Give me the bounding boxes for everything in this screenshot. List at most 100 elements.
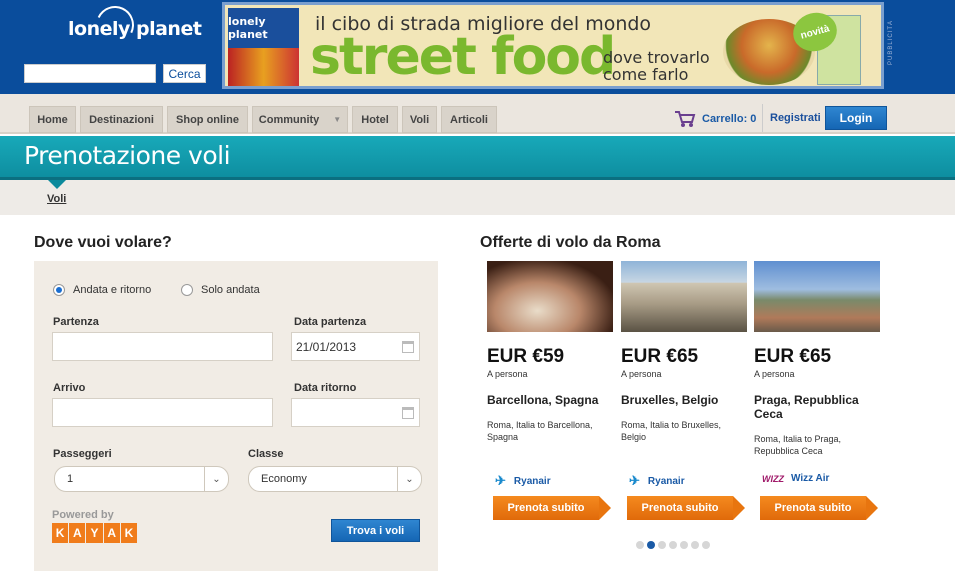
wizzair-icon: WIZZ xyxy=(762,473,784,484)
airline-name: Wizz Air xyxy=(791,473,830,484)
kayak-letter: A xyxy=(103,523,120,543)
radio-unselected-icon xyxy=(181,284,193,296)
kayak-letter: K xyxy=(52,523,69,543)
subnav-voli-link[interactable]: Voli xyxy=(47,193,66,205)
passeggeri-value: 1 xyxy=(67,473,74,485)
calendar-icon[interactable] xyxy=(402,341,414,353)
carousel-dot[interactable] xyxy=(647,541,655,549)
form-heading: Dove vuoi volare? xyxy=(34,234,172,251)
arrivo-label: Arrivo xyxy=(53,382,86,394)
subnav-pointer xyxy=(48,180,66,189)
nav-community[interactable]: Community ▼ xyxy=(252,106,348,133)
offer-image-barcellona[interactable] xyxy=(487,261,613,332)
login-button[interactable]: Login xyxy=(825,106,887,130)
nav-articoli[interactable]: Articoli xyxy=(441,106,497,133)
kayak-letter: K xyxy=(120,523,138,543)
ryanair-icon: ✈ xyxy=(629,473,640,488)
chevron-down-icon: ▼ xyxy=(333,115,342,124)
nav-shop-online[interactable]: Shop online xyxy=(167,106,248,133)
nav-divider xyxy=(762,104,763,132)
offer-image-praga[interactable] xyxy=(754,261,880,332)
nav-destinazioni[interactable]: Destinazioni xyxy=(80,106,163,133)
data-partenza-label: Data partenza xyxy=(294,316,367,328)
book-now-button[interactable]: Prenota subito xyxy=(493,496,611,520)
ad-banner[interactable]: lonely planet il cibo di strada migliore… xyxy=(222,2,884,89)
data-partenza-input[interactable]: 21/01/2013 xyxy=(291,332,420,361)
radio-andata-ritorno[interactable]: Andata e ritorno xyxy=(53,284,151,296)
offer-price: EUR €65 xyxy=(621,346,699,367)
classe-select[interactable]: Economy ⌄ xyxy=(248,466,422,492)
nav-voli[interactable]: Voli xyxy=(402,106,437,133)
cart-link[interactable]: Carrello: 0 xyxy=(674,110,756,128)
chevron-down-icon: ⌄ xyxy=(397,467,421,491)
kayak-letter: A xyxy=(69,523,86,543)
offer-card: EUR €65 A persona Bruxelles, Belgio Roma… xyxy=(621,261,747,520)
radio-solo-andata[interactable]: Solo andata xyxy=(181,284,260,296)
powered-by-label: Powered by xyxy=(52,509,114,521)
nav-hotel[interactable]: Hotel xyxy=(352,106,398,133)
offer-card: EUR €65 A persona Praga, Repubblica Ceca… xyxy=(754,261,880,520)
sub-nav: Voli xyxy=(0,180,955,215)
site-logo[interactable]: lonely planet xyxy=(68,18,202,40)
site-header: lonely planet Cerca lonely planet il cib… xyxy=(0,0,955,94)
offer-per-person: A persona xyxy=(487,369,528,379)
cart-label: Carrello: 0 xyxy=(702,113,757,125)
offer-route: Roma, Italia to Bruxelles, Belgio xyxy=(621,420,722,442)
offer-image-bruxelles[interactable] xyxy=(621,261,747,332)
offer-route: Roma, Italia to Barcellona, Spagna xyxy=(487,420,593,442)
ryanair-icon: ✈ xyxy=(495,473,506,488)
offer-city[interactable]: Praga, Repubblica Ceca xyxy=(754,393,880,421)
offer-card: EUR €59 A persona Barcellona, Spagna Rom… xyxy=(487,261,613,520)
offers-heading: Offerte di volo da Roma xyxy=(480,234,661,251)
radio-solo-andata-label: Solo andata xyxy=(201,284,260,296)
carousel-dot[interactable] xyxy=(636,541,644,549)
nav-community-label: Community xyxy=(258,113,320,126)
offer-per-person: A persona xyxy=(754,369,795,379)
offer-per-person: A persona xyxy=(621,369,662,379)
data-ritorno-input[interactable] xyxy=(291,398,420,427)
carousel-dot[interactable] xyxy=(669,541,677,549)
carousel-dot[interactable] xyxy=(658,541,666,549)
banner-sub-line2: come farlo xyxy=(603,65,689,84)
radio-selected-icon xyxy=(53,284,65,296)
carousel-pager xyxy=(636,541,713,549)
passeggeri-select[interactable]: 1 ⌄ xyxy=(54,466,229,492)
ad-label: PUBBLICITÀ xyxy=(888,20,894,66)
carousel-dot[interactable] xyxy=(702,541,710,549)
carousel-dot[interactable] xyxy=(691,541,699,549)
offer-airline: WIZZ Wizz Air xyxy=(762,473,829,484)
search-flights-button[interactable]: Trova i voli xyxy=(331,519,420,542)
banner-headline: street food xyxy=(310,27,616,87)
kayak-letter: Y xyxy=(86,523,103,543)
cart-icon xyxy=(675,111,696,127)
banner-sub-line1: dove trovarlo xyxy=(603,48,710,67)
banner-subtext: dove trovarlo come farlo xyxy=(603,49,710,83)
book-now-button[interactable]: Prenota subito xyxy=(760,496,878,520)
offer-city[interactable]: Bruxelles, Belgio xyxy=(621,393,747,407)
airline-name: Ryanair xyxy=(647,475,685,487)
offer-route: Roma, Italia to Praga, Repubblica Ceca xyxy=(754,434,842,456)
kayak-logo: K A Y A K xyxy=(52,523,138,543)
search-input[interactable] xyxy=(24,64,156,83)
classe-label: Classe xyxy=(248,448,284,460)
calendar-icon[interactable] xyxy=(402,407,414,419)
search-button[interactable]: Cerca xyxy=(163,64,206,83)
carousel-dot[interactable] xyxy=(680,541,688,549)
offer-airline: ✈ Ryanair xyxy=(629,473,685,489)
register-link[interactable]: Registrati xyxy=(770,112,821,124)
offer-price: EUR €59 xyxy=(487,346,565,367)
classe-value: Economy xyxy=(261,473,307,485)
offer-price: EUR €65 xyxy=(754,346,832,367)
data-partenza-value: 21/01/2013 xyxy=(296,339,357,354)
arrivo-input[interactable] xyxy=(52,398,273,427)
radio-andata-ritorno-label: Andata e ritorno xyxy=(73,284,152,296)
book-now-button[interactable]: Prenota subito xyxy=(627,496,745,520)
offer-city[interactable]: Barcellona, Spagna xyxy=(487,393,613,407)
offer-airline: ✈ Ryanair xyxy=(495,473,551,489)
chevron-down-icon: ⌄ xyxy=(204,467,228,491)
partenza-input[interactable] xyxy=(52,332,273,361)
title-bar: Prenotazione voli xyxy=(0,136,955,180)
nav-home[interactable]: Home xyxy=(29,106,76,133)
passeggeri-label: Passeggeri xyxy=(53,448,112,460)
data-ritorno-label: Data ritorno xyxy=(294,382,357,394)
